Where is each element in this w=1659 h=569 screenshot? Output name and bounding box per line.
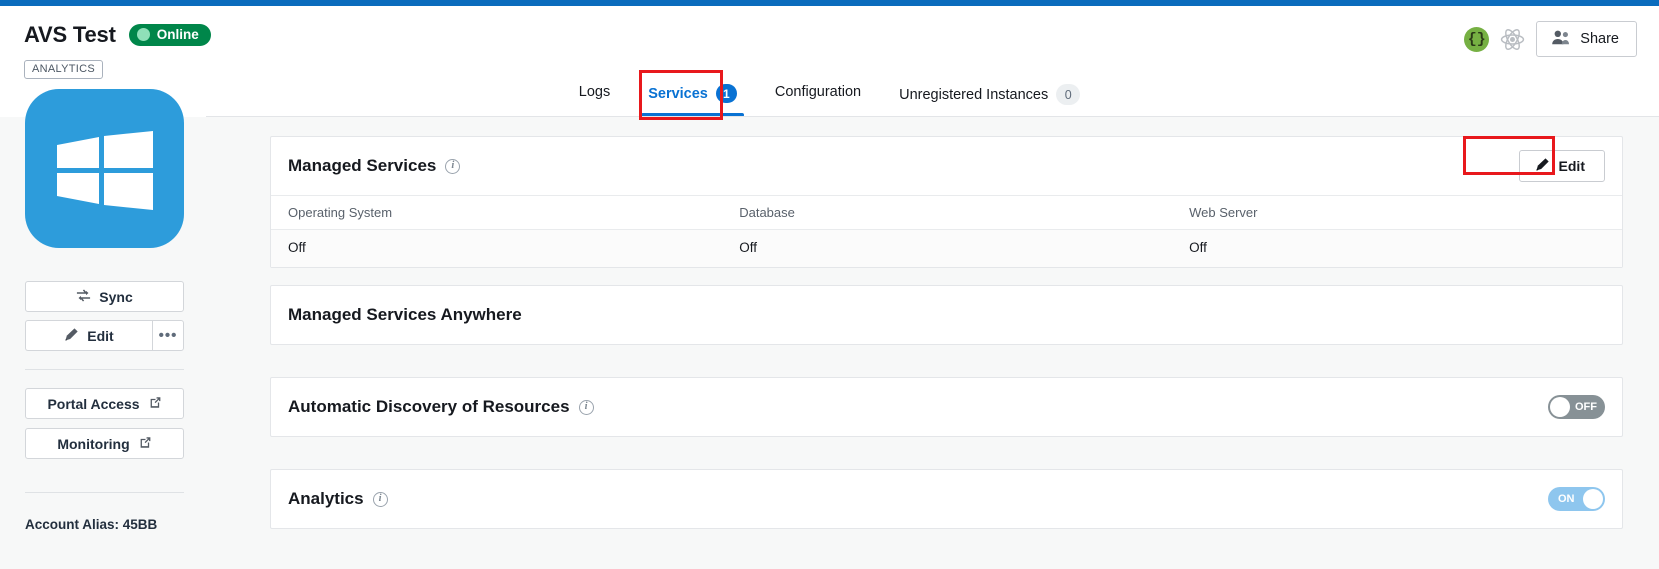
portal-access-label: Portal Access xyxy=(47,395,140,412)
page-title: AVS Test xyxy=(24,22,116,47)
info-icon[interactable]: i xyxy=(578,399,594,415)
card-managed-services-anywhere-title-text: Managed Services Anywhere xyxy=(288,305,522,324)
sidebar-actions: Sync Edit ••• Portal Access Monitoring xyxy=(25,281,184,468)
share-label: Share xyxy=(1580,31,1619,47)
external-link-icon xyxy=(149,396,162,412)
card-managed-services-title: Managed Services i xyxy=(288,156,461,176)
card-analytics-title-text: Analytics xyxy=(288,489,364,508)
monitoring-button[interactable]: Monitoring xyxy=(25,428,184,459)
edit-split-button: Edit ••• xyxy=(25,320,184,351)
column-operating-system: Operating System xyxy=(271,195,723,230)
status-dot-icon xyxy=(136,28,150,41)
card-managed-services-anywhere-header: Managed Services Anywhere xyxy=(271,286,1622,344)
card-managed-services: Managed Services i Edit Operating System… xyxy=(270,136,1623,268)
card-managed-services-anywhere: Managed Services Anywhere xyxy=(270,285,1623,345)
analytics-toggle[interactable]: ON xyxy=(1548,487,1605,511)
tab-services[interactable]: Services 1 xyxy=(629,80,756,117)
card-automatic-discovery-title: Automatic Discovery of Resources i xyxy=(288,397,594,417)
managed-services-edit-button[interactable]: Edit xyxy=(1518,150,1605,182)
sync-button[interactable]: Sync xyxy=(25,281,184,312)
column-web-server: Web Server xyxy=(1172,195,1622,230)
sync-icon xyxy=(76,288,91,306)
card-automatic-discovery-header: Automatic Discovery of Resources i OFF xyxy=(271,378,1622,436)
tab-unregistered-instances-badge: 0 xyxy=(1056,84,1081,105)
atom-icon[interactable] xyxy=(1500,27,1525,52)
windows-logo xyxy=(25,89,184,248)
header-actions: {} Share xyxy=(1464,21,1637,57)
edit-label: Edit xyxy=(87,327,114,344)
card-analytics: Analytics i ON xyxy=(270,469,1623,529)
cell-web-server: Off xyxy=(1172,229,1622,267)
status-badge: Online xyxy=(128,24,211,46)
info-icon[interactable]: i xyxy=(372,491,388,507)
people-icon xyxy=(1551,29,1571,49)
page-root: AVS Test Online ANALYTICS {} Share Logs … xyxy=(0,6,1659,569)
analytics-tag-chip: ANALYTICS xyxy=(24,60,104,79)
card-managed-services-header: Managed Services i Edit xyxy=(271,137,1622,195)
tab-unregistered-instances-label: Unregistered Instances xyxy=(899,86,1049,103)
cell-operating-system: Off xyxy=(271,229,723,267)
tab-logs[interactable]: Logs xyxy=(560,80,629,114)
json-braces-icon[interactable]: {} xyxy=(1464,26,1490,52)
card-managed-services-anywhere-title: Managed Services Anywhere xyxy=(288,305,522,325)
table-row: Off Off Off xyxy=(271,229,1622,267)
edit-button[interactable]: Edit xyxy=(25,320,152,351)
card-managed-services-title-text: Managed Services xyxy=(288,156,437,175)
pencil-icon xyxy=(1535,157,1550,175)
tab-unregistered-instances[interactable]: Unregistered Instances 0 xyxy=(880,80,1099,119)
portal-access-button[interactable]: Portal Access xyxy=(25,388,184,419)
card-analytics-header: Analytics i ON xyxy=(271,470,1622,528)
managed-services-edit-label: Edit xyxy=(1558,158,1585,174)
tab-bar: Logs Services 1 Configuration Unregister… xyxy=(0,80,1659,117)
card-automatic-discovery-title-text: Automatic Discovery of Resources xyxy=(288,397,570,416)
more-options-button[interactable]: ••• xyxy=(152,320,184,351)
main-content: Managed Services i Edit Operating System… xyxy=(206,117,1659,569)
automatic-discovery-toggle[interactable]: OFF xyxy=(1548,395,1605,419)
sidebar: Sync Edit ••• Portal Access Monitoring A… xyxy=(0,89,206,569)
automatic-discovery-toggle-label: OFF xyxy=(1575,401,1597,413)
share-button[interactable]: Share xyxy=(1536,21,1637,57)
pencil-icon xyxy=(64,327,79,345)
tab-configuration-label: Configuration xyxy=(774,84,862,100)
toggle-knob xyxy=(1583,489,1603,509)
monitoring-label: Monitoring xyxy=(57,435,130,452)
brand: AVS Test Online xyxy=(24,22,211,48)
page-header: AVS Test Online ANALYTICS {} Share Logs … xyxy=(0,6,1659,120)
tab-services-badge: 1 xyxy=(715,84,737,103)
toggle-knob xyxy=(1550,397,1570,417)
tab-services-label: Services xyxy=(648,85,708,102)
account-alias: Account Alias: 45BB xyxy=(25,517,158,532)
sidebar-divider-2 xyxy=(25,492,184,493)
tab-logs-label: Logs xyxy=(578,84,611,100)
column-database: Database xyxy=(722,195,1173,230)
sync-label: Sync xyxy=(99,288,133,305)
tab-configuration[interactable]: Configuration xyxy=(756,80,880,114)
card-analytics-title: Analytics i xyxy=(288,489,388,509)
sidebar-divider-1 xyxy=(25,369,184,370)
table-header-row: Operating System Database Web Server xyxy=(271,195,1622,230)
card-automatic-discovery: Automatic Discovery of Resources i OFF xyxy=(270,377,1623,437)
cell-database: Off xyxy=(722,229,1173,267)
external-link-icon xyxy=(139,436,152,452)
managed-services-table: Operating System Database Web Server Off… xyxy=(271,195,1622,267)
analytics-toggle-label: ON xyxy=(1558,493,1575,505)
status-label: Online xyxy=(156,27,199,42)
info-icon[interactable]: i xyxy=(445,158,461,174)
